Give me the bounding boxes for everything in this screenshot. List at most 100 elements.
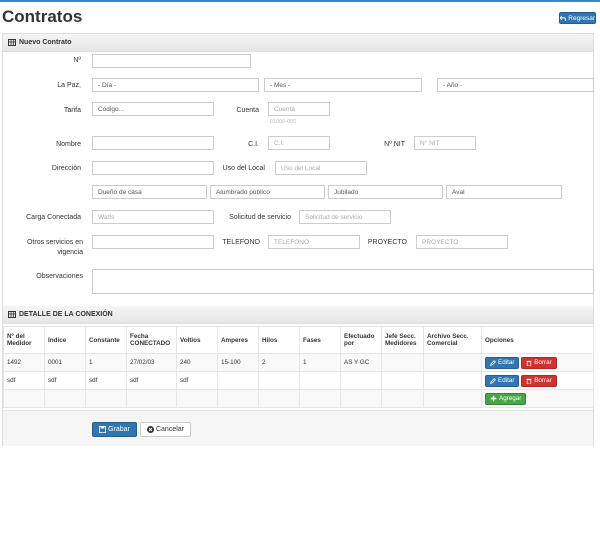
tarifa-label: Tarifa	[63, 107, 81, 114]
cell	[3, 389, 45, 408]
col-hilos: Hilos	[258, 326, 300, 354]
col-fecha: Fecha CONECTADO	[126, 326, 177, 354]
cell: 15-100	[217, 353, 259, 372]
cell	[217, 371, 259, 390]
back-button[interactable]: Regresar	[559, 12, 596, 24]
cell	[299, 389, 341, 408]
cuenta-label: Cuenta	[236, 107, 259, 114]
tipo-jubilado[interactable]: Jubilado	[328, 185, 443, 199]
table-row-add: Agregar	[3, 389, 594, 408]
table-header-row: Nº del Medidor Indice Constante Fecha CONE…	[3, 326, 594, 354]
cell: AS Y GC	[340, 353, 382, 372]
table-icon	[8, 311, 16, 318]
add-label: Agregar	[499, 395, 522, 402]
col-amperes: Amperes	[217, 326, 259, 354]
cell: 1492	[3, 353, 45, 372]
carga-label: Carga Conectada	[26, 214, 81, 221]
observaciones-textarea[interactable]	[92, 269, 594, 294]
table-row: 1492 0001 1 27/02/03 240 15-100 2 1 AS Y…	[3, 353, 594, 372]
detalle-header: DETALLE DE LA CONEXIÓN	[3, 306, 593, 324]
plus-icon	[490, 395, 497, 402]
nit-label: Nº NIT	[384, 141, 405, 148]
cancel-button[interactable]: Cancelar	[140, 422, 191, 437]
cell	[258, 371, 300, 390]
cell	[381, 371, 424, 390]
anio-select[interactable]: - Año -	[437, 78, 594, 92]
cell	[176, 389, 218, 408]
proyecto-input[interactable]: PROYECTO	[416, 235, 508, 249]
tipo-alumbrado-publico[interactable]: Alumbrado público	[210, 185, 325, 199]
cell: 240	[176, 353, 218, 372]
trash-icon	[526, 360, 532, 366]
direccion-label: Dirección	[51, 165, 81, 172]
back-label: Regresar	[568, 14, 595, 22]
otros-input[interactable]	[92, 235, 214, 249]
cancel-label: Cancelar	[155, 426, 184, 433]
mes-select[interactable]: - Mes -	[264, 78, 422, 92]
cell: 1	[299, 353, 341, 372]
cell	[126, 389, 177, 408]
cell	[381, 389, 424, 408]
col-jefe-secc: Jefe Secc. Medidores	[381, 326, 424, 354]
delete-button[interactable]: Borrar	[521, 356, 557, 369]
col-constante: Constante	[85, 326, 127, 354]
cell: sdf	[44, 371, 86, 390]
delete-label: Borrar	[534, 377, 552, 384]
cell	[381, 353, 424, 372]
carga-input[interactable]: Watts	[92, 210, 214, 224]
cell: sdf	[3, 371, 45, 390]
new-contract-header: Nuevo Contrato	[3, 34, 593, 52]
edit-button[interactable]: Editar	[485, 356, 520, 369]
ci-input[interactable]: C.I.	[268, 136, 330, 150]
top-accent-line	[0, 0, 600, 2]
fecha-label: La Paz,	[57, 82, 81, 89]
solicitud-input[interactable]: Solicitud de servicio	[299, 210, 391, 224]
uso-local-input[interactable]: Uso del Local	[275, 161, 367, 175]
cell	[423, 371, 482, 390]
cell: sdf	[85, 371, 127, 390]
otros-label: Otros servicios en vigencia	[26, 239, 83, 256]
nombre-input[interactable]	[92, 136, 214, 150]
save-icon	[99, 426, 107, 433]
undo-icon	[560, 15, 567, 21]
col-fases: Fases	[299, 326, 341, 354]
telefono-input[interactable]: TELEFONO	[268, 235, 360, 249]
direccion-input[interactable]	[92, 161, 214, 175]
delete-button[interactable]: Borrar	[521, 374, 557, 387]
tipo-dueno-casa[interactable]: Dueño de casa	[92, 185, 207, 199]
row-options: Editar Borrar	[481, 371, 594, 390]
cell	[85, 389, 127, 408]
cell: sdf	[176, 371, 218, 390]
add-button[interactable]: Agregar	[485, 392, 527, 405]
solicitud-label: Solicitud de servicio	[229, 214, 291, 221]
cuenta-input[interactable]: Cuenta	[268, 102, 330, 116]
tarifa-select[interactable]: Código...	[92, 102, 214, 116]
telefono-label: TELEFONO	[222, 239, 260, 246]
ci-label: C.I.	[248, 141, 259, 148]
cell	[217, 389, 259, 408]
numero-input[interactable]	[92, 54, 251, 68]
proyecto-label: PROYECTO	[367, 239, 407, 246]
tipo-aval[interactable]: Aval	[446, 185, 562, 199]
new-contract-title: Nuevo Contrato	[19, 39, 72, 46]
cell: 27/02/03	[126, 353, 177, 372]
table-icon	[8, 39, 16, 46]
detalle-title: DETALLE DE LA CONEXIÓN	[19, 311, 113, 318]
cell	[299, 371, 341, 390]
edit-button[interactable]: Editar	[485, 374, 520, 387]
trash-icon	[526, 378, 532, 384]
dia-select[interactable]: - Día -	[92, 78, 259, 92]
nit-input[interactable]: N° NIT	[414, 136, 476, 150]
cell	[258, 389, 300, 408]
observaciones-label: Observaciones	[36, 273, 83, 280]
edit-label: Editar	[498, 359, 515, 366]
col-voltios: Voltios	[176, 326, 218, 354]
cell: 0001	[44, 353, 86, 372]
delete-label: Borrar	[534, 359, 552, 366]
pencil-icon	[490, 377, 496, 384]
page-title: Contratos	[2, 7, 83, 26]
save-button[interactable]: Grabar	[92, 422, 137, 437]
cell	[423, 353, 482, 372]
col-medidor: Nº del Medidor	[3, 326, 45, 354]
form-footer: Grabar Cancelar	[3, 410, 593, 446]
